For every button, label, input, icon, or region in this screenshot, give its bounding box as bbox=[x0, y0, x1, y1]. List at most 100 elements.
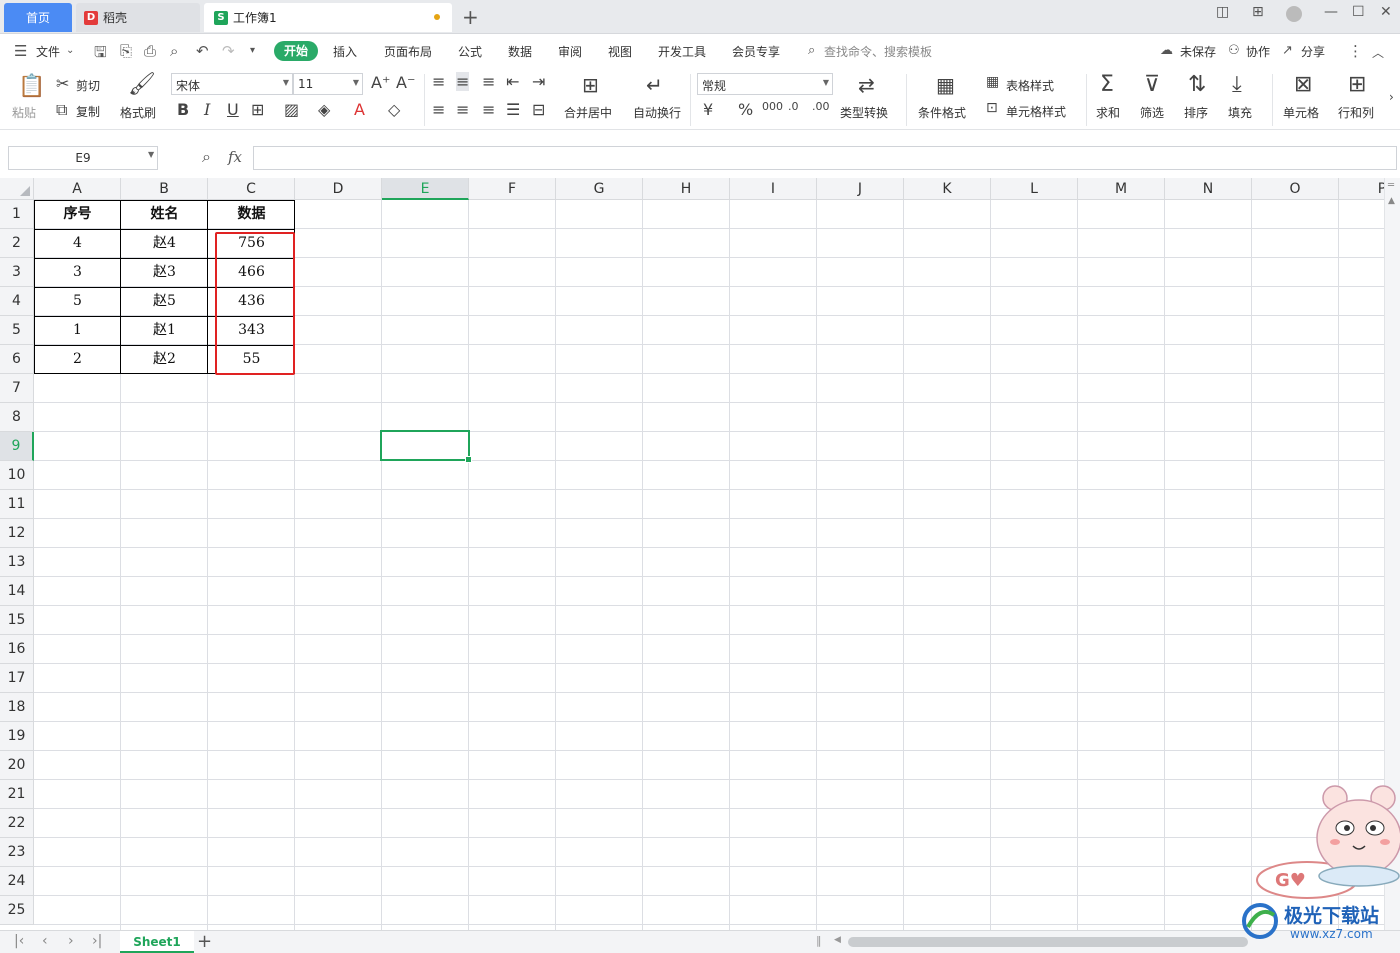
spreadsheet-grid[interactable]: ABCDEFGHIJKLMNOP 1 2 3 4 5 6 7 8 9 10 11 12 13 14 15 16… bbox=[0, 178, 1384, 930]
decimal-increase-icon[interactable]: .0 bbox=[788, 100, 799, 113]
menu-data[interactable]: 数据 bbox=[508, 43, 532, 60]
column-header-D[interactable]: D bbox=[295, 178, 382, 200]
more-icon[interactable]: ⋮ bbox=[1348, 42, 1363, 60]
tab-home[interactable]: 首页 bbox=[4, 3, 72, 32]
menu-member[interactable]: 会员专享 bbox=[732, 43, 780, 60]
cell-B2[interactable]: 赵4 bbox=[121, 229, 208, 258]
font-size-select[interactable]: 11 ▼ bbox=[293, 73, 363, 95]
sum-button[interactable]: 求和 bbox=[1096, 104, 1120, 121]
bold-icon[interactable]: B bbox=[177, 100, 189, 119]
scroll-up-icon[interactable]: ▲ bbox=[1388, 196, 1395, 206]
cell-A3[interactable]: 3 bbox=[34, 258, 121, 287]
column-header-C[interactable]: C bbox=[208, 178, 295, 200]
layout-icon[interactable]: ◫ bbox=[1216, 4, 1229, 20]
cell-icon[interactable]: ⊠ bbox=[1294, 72, 1312, 97]
fill-pattern-icon[interactable]: ▨ bbox=[284, 100, 299, 119]
minimize-icon[interactable]: — bbox=[1324, 4, 1338, 20]
hamburger-icon[interactable]: ☰ bbox=[14, 42, 27, 60]
align-center-icon[interactable]: ≡ bbox=[456, 100, 469, 119]
merge-center-button[interactable]: 合并居中 bbox=[564, 104, 612, 121]
column-header-F[interactable]: F bbox=[469, 178, 556, 200]
split-handle-icon[interactable]: ‖ bbox=[816, 934, 822, 947]
cell-button[interactable]: 单元格 bbox=[1283, 104, 1319, 121]
column-header-J[interactable]: J bbox=[817, 178, 904, 200]
menu-view[interactable]: 视图 bbox=[608, 43, 632, 60]
cell-A4[interactable]: 5 bbox=[34, 287, 121, 316]
row-header-2[interactable]: 2 bbox=[0, 229, 34, 258]
menu-review[interactable]: 审阅 bbox=[558, 43, 582, 60]
redo-icon[interactable]: ↷ bbox=[222, 42, 235, 60]
column-header-E[interactable]: E bbox=[382, 178, 469, 200]
zoom-icon[interactable]: ⌕ bbox=[202, 147, 211, 167]
row-header-17[interactable]: 17 bbox=[0, 664, 34, 693]
scroll-left-icon[interactable]: ◀ bbox=[834, 935, 841, 945]
last-sheet-icon[interactable]: ›| bbox=[92, 933, 102, 949]
name-box[interactable]: E9 bbox=[8, 146, 158, 170]
first-sheet-icon[interactable]: |‹ bbox=[14, 933, 24, 949]
table-style-icon[interactable]: ▦ bbox=[986, 74, 999, 90]
row-header-5[interactable]: 5 bbox=[0, 316, 34, 345]
cell-B5[interactable]: 赵1 bbox=[121, 316, 208, 345]
decimal-decrease-icon[interactable]: .00 bbox=[812, 100, 830, 113]
row-header-4[interactable]: 4 bbox=[0, 287, 34, 316]
active-cell-E9[interactable] bbox=[380, 430, 472, 463]
formula-input[interactable] bbox=[253, 146, 1397, 170]
row-header-24[interactable]: 24 bbox=[0, 867, 34, 896]
row-col-icon[interactable]: ⊞ bbox=[1348, 72, 1366, 97]
share-button[interactable]: 分享 bbox=[1301, 43, 1325, 60]
print-icon[interactable]: ⎙ bbox=[144, 42, 156, 60]
fill-color-icon[interactable]: ◈ bbox=[318, 100, 330, 119]
table-style-button[interactable]: 表格样式 bbox=[1006, 77, 1054, 94]
column-header-K[interactable]: K bbox=[904, 178, 991, 200]
column-header-M[interactable]: M bbox=[1078, 178, 1165, 200]
font-grow-icon[interactable]: A⁺ bbox=[371, 73, 390, 92]
paste-label[interactable]: 粘贴 bbox=[12, 104, 36, 121]
column-header-L[interactable]: L bbox=[991, 178, 1078, 200]
command-search-input[interactable]: 查找命令、搜索模板 bbox=[824, 43, 932, 60]
conditional-format-button[interactable]: 条件格式 bbox=[918, 104, 966, 121]
fill-icon[interactable]: ⤓ bbox=[1232, 72, 1242, 97]
apps-grid-icon[interactable]: ⊞ bbox=[1252, 4, 1264, 20]
cell-A1[interactable]: 序号 bbox=[34, 200, 121, 229]
cell-B1[interactable]: 姓名 bbox=[121, 200, 208, 229]
sort-icon[interactable]: ⇅ bbox=[1188, 72, 1206, 97]
row-header-8[interactable]: 8 bbox=[0, 403, 34, 432]
undo-icon[interactable]: ↶ bbox=[196, 42, 209, 60]
maximize-icon[interactable]: ☐ bbox=[1352, 4, 1365, 20]
save-icon[interactable]: 🖫 bbox=[94, 42, 107, 67]
justify-icon[interactable]: ☰ bbox=[506, 100, 520, 119]
row-header-3[interactable]: 3 bbox=[0, 258, 34, 287]
quick-access-more-icon[interactable]: ▾ bbox=[250, 45, 255, 56]
number-format-select[interactable]: 常规 ▼ bbox=[697, 73, 833, 95]
convert-icon[interactable]: ⇄ bbox=[858, 73, 875, 97]
cell-A5[interactable]: 1 bbox=[34, 316, 121, 345]
row-col-button[interactable]: 行和列 bbox=[1338, 104, 1374, 121]
copy-icon[interactable]: ⧉ bbox=[56, 100, 67, 120]
row-header-25[interactable]: 25 bbox=[0, 896, 34, 925]
row-header-1[interactable]: 1 bbox=[0, 200, 34, 229]
align-left-icon[interactable]: ≡ bbox=[432, 100, 445, 119]
row-header-9[interactable]: 9 bbox=[0, 432, 34, 461]
menu-file[interactable]: 文件 bbox=[36, 43, 60, 60]
format-painter-button[interactable]: 格式刷 bbox=[120, 104, 156, 121]
new-tab-button[interactable]: + bbox=[462, 5, 479, 29]
indent-increase-icon[interactable]: ⇥ bbox=[532, 72, 545, 91]
column-header-A[interactable]: A bbox=[34, 178, 121, 200]
scroll-top-icon[interactable]: ═ bbox=[1388, 180, 1394, 191]
row-header-12[interactable]: 12 bbox=[0, 519, 34, 548]
row-header-15[interactable]: 15 bbox=[0, 606, 34, 635]
sort-button[interactable]: 排序 bbox=[1184, 104, 1208, 121]
column-header-I[interactable]: I bbox=[730, 178, 817, 200]
row-header-14[interactable]: 14 bbox=[0, 577, 34, 606]
conditional-format-icon[interactable]: ▦ bbox=[936, 73, 955, 97]
cell-B3[interactable]: 赵3 bbox=[121, 258, 208, 287]
menu-insert[interactable]: 插入 bbox=[333, 43, 357, 60]
underline-icon[interactable]: U bbox=[227, 100, 239, 119]
row-header-20[interactable]: 20 bbox=[0, 751, 34, 780]
cell-A6[interactable]: 2 bbox=[34, 345, 121, 374]
column-header-G[interactable]: G bbox=[556, 178, 643, 200]
percent-icon[interactable]: % bbox=[738, 100, 753, 119]
column-header-N[interactable]: N bbox=[1165, 178, 1252, 200]
row-header-10[interactable]: 10 bbox=[0, 461, 34, 490]
print-preview-icon[interactable]: ⌕ bbox=[170, 42, 178, 60]
